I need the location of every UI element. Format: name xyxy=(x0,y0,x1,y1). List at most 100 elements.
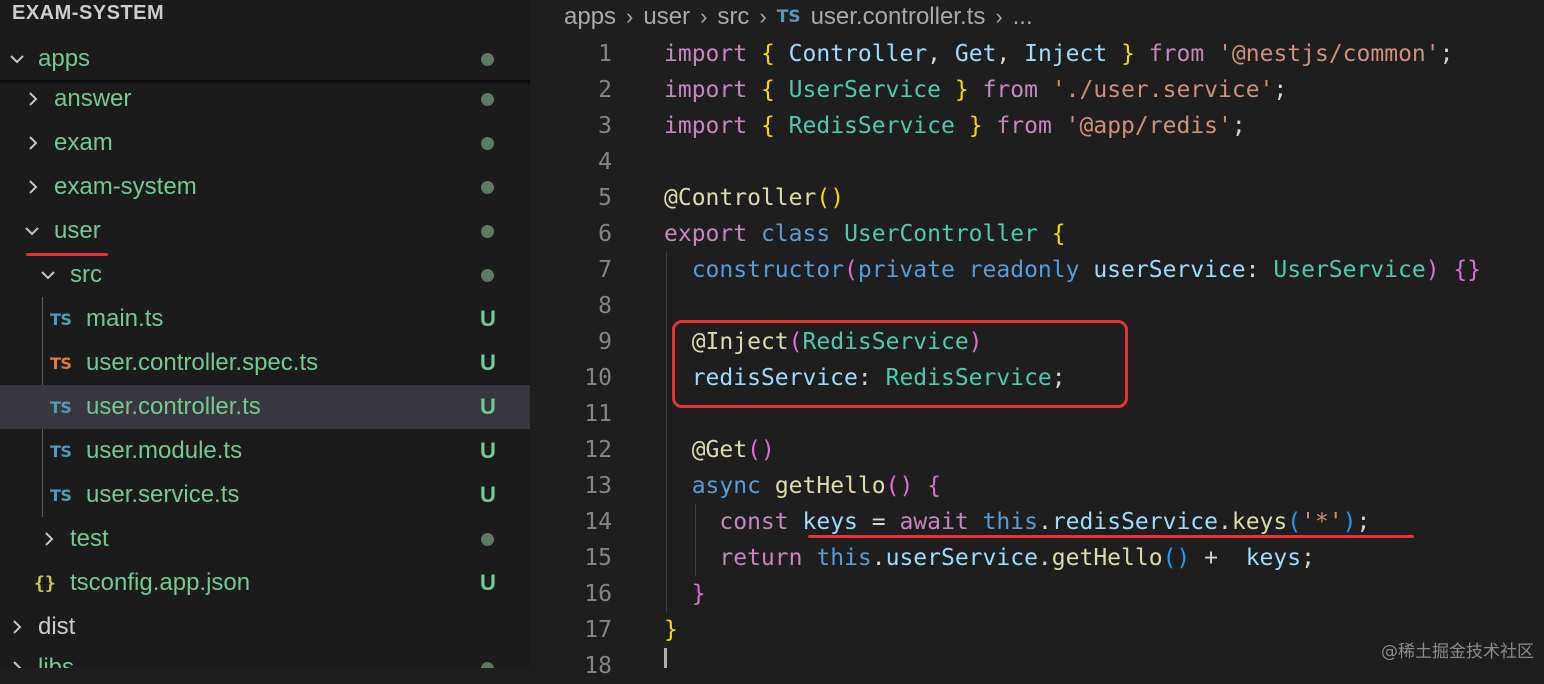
code-line[interactable]: 16 } xyxy=(530,576,1544,612)
folder-src[interactable]: src xyxy=(0,253,530,297)
git-modified-dot xyxy=(481,137,494,150)
typescript-file-icon: TS xyxy=(50,397,72,417)
git-untracked-badge: U xyxy=(480,394,496,419)
code-line[interactable]: 15 return this.userService.getHello() + … xyxy=(530,540,1544,576)
code-text: @Get() xyxy=(691,437,775,463)
annotation-highlight-box xyxy=(672,320,1128,408)
git-modified-dot xyxy=(481,269,494,282)
code-line[interactable]: 13 async getHello() { xyxy=(530,468,1544,504)
code-text: } xyxy=(691,581,706,607)
code-text: import { RedisService } from '@app/redis… xyxy=(664,113,1246,139)
code-line[interactable]: 5 @Controller() xyxy=(530,180,1544,216)
line-number: 5 xyxy=(598,185,612,211)
code-line[interactable]: 7 constructor(private readonly userServi… xyxy=(530,252,1544,288)
tree-item-label: test xyxy=(70,525,109,552)
typescript-test-file-icon: TS xyxy=(50,353,72,373)
tree-item-label: user xyxy=(54,217,101,244)
line-number: 4 xyxy=(598,149,612,175)
file-main-ts[interactable]: TS main.ts U xyxy=(0,297,530,341)
code-editor[interactable]: apps › user › src › TS user.controller.t… xyxy=(530,0,1544,679)
code-text: } xyxy=(664,617,678,643)
git-untracked-badge: U xyxy=(480,482,496,507)
chevron-right-icon: › xyxy=(700,4,708,29)
tree-item-label: src xyxy=(70,261,102,288)
text-cursor xyxy=(664,648,667,668)
chevron-right-icon xyxy=(26,135,40,150)
line-number: 9 xyxy=(598,329,612,355)
code-line[interactable]: 1 import { Controller, Get, Inject } from… xyxy=(530,36,1544,72)
annotation-underline xyxy=(808,535,1414,538)
chevron-down-icon xyxy=(24,224,39,238)
code-text: export class UserController { xyxy=(664,221,1066,247)
typescript-file-icon: TS xyxy=(50,441,72,461)
tree-item-label: user.controller.spec.ts xyxy=(86,349,319,376)
folder-test[interactable]: test xyxy=(0,517,530,561)
line-number: 13 xyxy=(584,473,612,499)
code-line[interactable]: 6 export class UserController { xyxy=(530,216,1544,252)
chevron-right-icon xyxy=(42,531,56,546)
code-line[interactable]: 4 xyxy=(530,144,1544,180)
file-user-module-ts[interactable]: TS user.module.ts U xyxy=(0,429,530,473)
folder-libs[interactable]: libs xyxy=(0,646,530,668)
chevron-right-icon xyxy=(10,660,24,668)
chevron-down-icon xyxy=(9,52,24,66)
breadcrumb-item[interactable]: src xyxy=(717,3,749,31)
breadcrumb-item[interactable]: apps xyxy=(564,3,616,31)
tree-item-label: main.ts xyxy=(86,305,164,332)
file-user-controller-spec-ts[interactable]: TS user.controller.spec.ts U xyxy=(0,341,530,385)
git-modified-dot xyxy=(481,93,494,106)
code-text: @Controller() xyxy=(664,185,845,211)
tree-item-label: exam xyxy=(54,129,113,156)
chevron-right-icon xyxy=(26,179,40,194)
code-line[interactable]: 8 xyxy=(530,288,1544,324)
explorer-title: EXAM-SYSTEM xyxy=(12,2,165,24)
line-number: 10 xyxy=(584,365,612,391)
file-user-controller-ts[interactable]: TS user.controller.ts U xyxy=(0,385,530,429)
line-number: 2 xyxy=(598,77,612,103)
typescript-file-icon: TS xyxy=(50,309,72,329)
code-text: import { UserService } from './user.serv… xyxy=(664,77,1288,103)
folder-answer[interactable]: answer xyxy=(0,77,530,121)
typescript-file-icon: TS xyxy=(50,485,72,505)
breadcrumb-item[interactable]: user xyxy=(643,3,690,31)
folder-user[interactable]: user xyxy=(0,209,530,253)
file-tsconfig-app-json[interactable]: {} tsconfig.app.json U xyxy=(0,561,530,605)
line-number: 6 xyxy=(598,221,612,247)
code-line[interactable]: 3 import { RedisService } from '@app/redi… xyxy=(530,108,1544,144)
breadcrumb-file[interactable]: user.controller.ts xyxy=(811,3,986,31)
line-number: 3 xyxy=(598,113,612,139)
chevron-right-icon xyxy=(26,91,40,106)
tree-item-label: user.module.ts xyxy=(86,437,243,464)
tree-item-label: dist xyxy=(38,613,76,640)
watermark: @稀土掘金技术社区 xyxy=(1381,642,1534,662)
folder-exam[interactable]: exam xyxy=(0,121,530,165)
folder-apps[interactable]: apps xyxy=(0,37,530,81)
git-modified-dot xyxy=(481,662,494,668)
git-untracked-badge: U xyxy=(480,438,496,463)
git-untracked-badge: U xyxy=(480,570,496,595)
code-line[interactable]: 2 import { UserService } from './user.ser… xyxy=(530,72,1544,108)
chevron-right-icon: › xyxy=(626,4,634,29)
code-text: constructor(private readonly userService… xyxy=(691,257,1482,283)
code-text: import { Controller, Get, Inject } from … xyxy=(664,41,1454,67)
breadcrumb-more[interactable]: ... xyxy=(1013,3,1033,31)
tree-item-label: tsconfig.app.json xyxy=(70,569,251,596)
tree-item-label: exam-system xyxy=(54,173,197,200)
code-line[interactable]: 12 @Get() xyxy=(530,432,1544,468)
folder-dist[interactable]: dist xyxy=(0,605,530,649)
git-modified-dot xyxy=(481,225,494,238)
line-number: 14 xyxy=(584,509,612,535)
line-number: 17 xyxy=(584,617,612,643)
tree-item-label: answer xyxy=(54,85,132,112)
line-number: 18 xyxy=(584,653,612,679)
git-modified-dot xyxy=(481,533,494,546)
code-text: return this.userService.getHello() + key… xyxy=(719,545,1315,571)
breadcrumb: apps › user › src › TS user.controller.t… xyxy=(564,0,1033,34)
git-modified-dot xyxy=(481,181,494,194)
line-number: 1 xyxy=(598,41,612,67)
explorer-sidebar: EXAM-SYSTEM apps answer exam exam-system… xyxy=(0,0,530,668)
chevron-down-icon xyxy=(40,268,55,282)
tree-item-label: apps xyxy=(38,45,91,72)
folder-exam-system[interactable]: exam-system xyxy=(0,165,530,209)
file-user-service-ts[interactable]: TS user.service.ts U xyxy=(0,473,530,517)
